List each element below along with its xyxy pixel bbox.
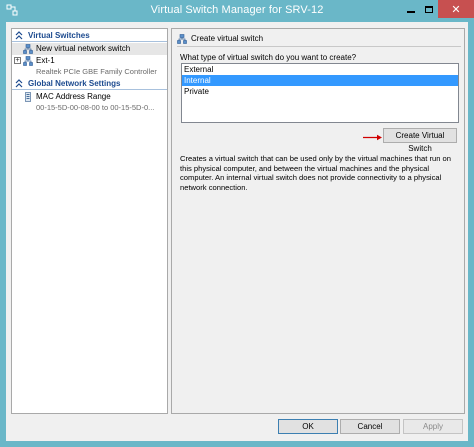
switch-type-option-private[interactable]: Private	[182, 86, 458, 97]
virtual-switches-section-header[interactable]: Virtual Switches	[12, 31, 167, 42]
apply-button[interactable]: Apply	[403, 419, 463, 434]
mac-range-icon	[25, 92, 31, 102]
close-button[interactable]: ✕	[438, 0, 474, 18]
panel-header: Create virtual switch	[177, 33, 461, 47]
expand-plus-icon[interactable]: +	[14, 57, 21, 64]
red-arrow-icon	[363, 134, 382, 141]
switch-navigation-pane: Virtual Switches New virtual network swi…	[11, 28, 168, 414]
switch-type-option-internal[interactable]: Internal	[182, 75, 458, 86]
create-virtual-switch-button[interactable]: Create Virtual Switch	[383, 128, 457, 153]
panel-title: Create virtual switch	[191, 34, 264, 43]
minimize-button[interactable]	[402, 0, 420, 18]
global-network-settings-header-text: Global Network Settings	[28, 79, 121, 88]
switch-type-question: What type of virtual switch do you want …	[180, 53, 357, 62]
panel-header-divider	[177, 46, 461, 47]
dialog-client-area: Virtual Switches New virtual network swi…	[6, 22, 468, 441]
sidebar-item-ext-1[interactable]: + Ext-1	[12, 55, 167, 67]
section-divider	[12, 89, 167, 90]
mac-range-value-text: 00-15-5D-00-08-00 to 00-15-5D-0...	[36, 103, 155, 112]
maximize-icon	[425, 5, 433, 13]
global-network-settings-section-header[interactable]: Global Network Settings	[12, 79, 167, 90]
collapse-chevron-icon	[15, 79, 23, 89]
sidebar-item-mac-address-range[interactable]: MAC Address Range	[12, 91, 167, 103]
virtual-switch-manager-window: Virtual Switch Manager for SRV-12 ✕ Virt…	[0, 0, 474, 447]
dialog-button-bar: OK Cancel Apply	[6, 414, 468, 441]
sidebar-item-label: MAC Address Range	[36, 92, 111, 101]
create-switch-panel: Create virtual switch What type of virtu…	[171, 28, 465, 414]
sidebar-item-label: New virtual network switch	[36, 44, 131, 53]
ok-button[interactable]: OK	[278, 419, 338, 434]
collapse-chevron-icon	[15, 31, 23, 41]
sidebar-item-label: Ext-1	[36, 56, 55, 65]
adapter-name-text: Realtek PCIe GBE Family Controller	[36, 67, 157, 76]
network-switch-icon	[23, 44, 33, 54]
virtual-switches-header-text: Virtual Switches	[28, 31, 90, 40]
minimize-icon	[407, 11, 415, 13]
maximize-button[interactable]	[420, 0, 438, 18]
network-switch-icon	[23, 56, 33, 66]
close-icon: ✕	[451, 3, 461, 16]
switch-type-option-external[interactable]: External	[182, 64, 458, 75]
title-bar[interactable]: Virtual Switch Manager for SRV-12 ✕	[0, 0, 474, 22]
switch-type-listbox[interactable]: External Internal Private	[181, 63, 459, 123]
cancel-button[interactable]: Cancel	[340, 419, 400, 434]
network-switch-icon	[177, 34, 187, 44]
switch-type-description: Creates a virtual switch that can be use…	[180, 154, 451, 192]
sidebar-item-new-virtual-network-switch[interactable]: New virtual network switch	[12, 43, 167, 55]
section-divider	[12, 41, 167, 42]
